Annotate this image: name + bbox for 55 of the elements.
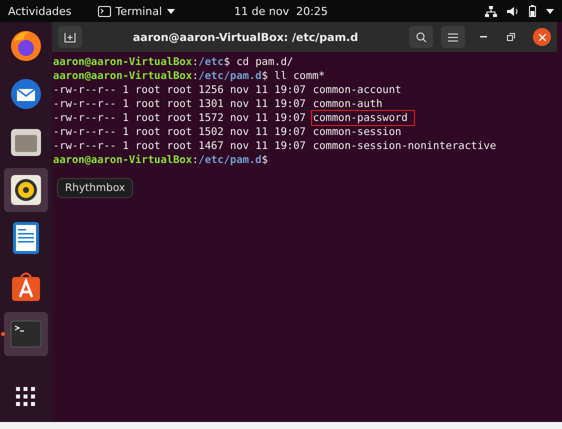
- prompt-separator: :: [192, 69, 198, 83]
- network-icon[interactable]: [485, 6, 497, 16]
- file-info: -rw-r--r-- 1 root root 1256 nov 11 19:07: [53, 83, 306, 97]
- tooltip: Rhythmbox: [57, 178, 134, 198]
- search-icon: [416, 32, 426, 42]
- terminal-icon: [98, 6, 111, 16]
- menu-button[interactable]: [441, 26, 465, 48]
- app-menu[interactable]: Terminal: [98, 4, 176, 18]
- file-info: -rw-r--r-- 1 root root 1572 nov 11 19:07: [53, 111, 306, 125]
- mail-envelope-icon: [9, 77, 43, 111]
- restore-icon: [507, 33, 515, 41]
- terminal-icon: [10, 320, 42, 348]
- activities-button[interactable]: Actividades: [8, 4, 72, 18]
- prompt-path: /etc/pam.d: [198, 69, 262, 83]
- prompt-sign: $: [224, 55, 230, 69]
- prompt-separator: :: [192, 55, 198, 69]
- close-button[interactable]: [533, 28, 551, 46]
- prompt-path: /etc: [198, 55, 224, 69]
- search-button[interactable]: [409, 26, 433, 48]
- caret-icon[interactable]: [546, 8, 554, 14]
- minimize-icon: [480, 36, 486, 38]
- volume-icon[interactable]: [507, 6, 519, 16]
- file-name: common-session-noninteractive: [312, 139, 498, 154]
- file-name: common-session: [312, 125, 402, 140]
- clock[interactable]: 11 de nov 20:25: [234, 4, 328, 18]
- close-icon: [538, 34, 546, 40]
- speaker-icon: [10, 174, 42, 206]
- new-tab-button[interactable]: [58, 26, 82, 48]
- prompt-user: aaron@aaron-VirtualBox: [53, 55, 192, 69]
- file-name: common-account: [312, 83, 402, 98]
- prompt-separator: :: [192, 153, 198, 167]
- new-tab-icon: [64, 32, 76, 42]
- prompt-command: ll comm*: [273, 69, 325, 83]
- prompt-command: cd pam.d/: [235, 55, 294, 69]
- document-icon: [12, 221, 40, 255]
- menu-icon: [448, 32, 458, 42]
- fox-globe-icon: [9, 29, 43, 63]
- file-info: -rw-r--r-- 1 root root 1467 nov 11 19:07: [53, 139, 306, 153]
- prompt-user: aaron@aaron-VirtualBox: [53, 153, 192, 167]
- file-info: -rw-r--r-- 1 root root 1301 nov 11 19:07: [53, 97, 306, 111]
- window-title: aaron@aaron-VirtualBox: /etc/pam.d: [132, 30, 360, 44]
- caret-icon: [167, 8, 176, 14]
- grid-icon: [16, 387, 36, 407]
- battery-icon[interactable]: [529, 5, 536, 17]
- file-name: common-password: [310, 110, 415, 126]
- prompt-sign: $: [262, 69, 268, 83]
- prompt-user: aaron@aaron-VirtualBox: [53, 69, 192, 83]
- prompt-path: /etc/pam.d: [198, 153, 262, 167]
- file-name: common-auth: [312, 97, 384, 112]
- folder-icon: [10, 127, 42, 157]
- file-info: -rw-r--r-- 1 root root 1502 nov 11 19:07: [53, 125, 306, 139]
- shopping-bag-icon: [10, 270, 42, 302]
- app-menu-label[interactable]: Terminal: [116, 4, 162, 18]
- dock-item[interactable]: [4, 168, 48, 212]
- prompt-sign: $: [262, 153, 268, 167]
